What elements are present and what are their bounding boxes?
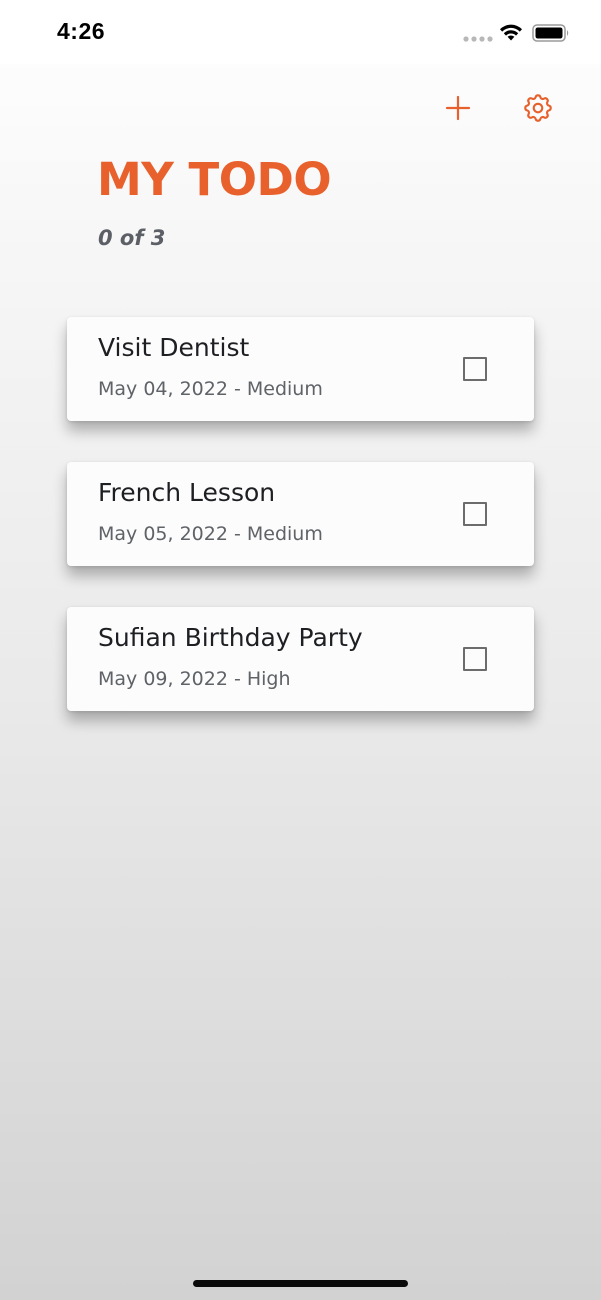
status-bar: 4:26 [0, 0, 601, 64]
todo-title: French Lesson [98, 478, 276, 507]
todo-checkbox[interactable] [463, 647, 487, 671]
todo-checkbox[interactable] [463, 357, 487, 381]
status-time: 4:26 [57, 18, 106, 44]
todo-checkbox[interactable] [463, 502, 487, 526]
todo-meta: May 04, 2022 - Medium [98, 378, 323, 400]
todo-meta: May 05, 2022 - Medium [98, 523, 323, 545]
todo-item[interactable]: Visit Dentist May 04, 2022 - Medium [67, 317, 534, 421]
todo-item[interactable]: French Lesson May 05, 2022 - Medium [67, 462, 534, 566]
signal-dots-icon [463, 36, 493, 42]
battery-icon [532, 24, 569, 42]
plus-icon [445, 95, 471, 121]
todo-title: Visit Dentist [98, 333, 250, 362]
todo-meta: May 09, 2022 - High [98, 668, 291, 690]
page-title: MY TODO [97, 153, 332, 206]
todo-item[interactable]: Sufian Birthday Party May 09, 2022 - Hig… [67, 607, 534, 711]
home-indicator[interactable] [193, 1280, 408, 1287]
add-todo-button[interactable] [440, 90, 476, 126]
settings-button[interactable] [519, 89, 557, 127]
todo-title: Sufian Birthday Party [98, 623, 363, 652]
gear-icon [524, 94, 552, 122]
wifi-icon [500, 24, 522, 41]
progress-count: 0 of 3 [98, 226, 166, 250]
todo-list: Visit Dentist May 04, 2022 - Medium Fren… [67, 317, 534, 752]
